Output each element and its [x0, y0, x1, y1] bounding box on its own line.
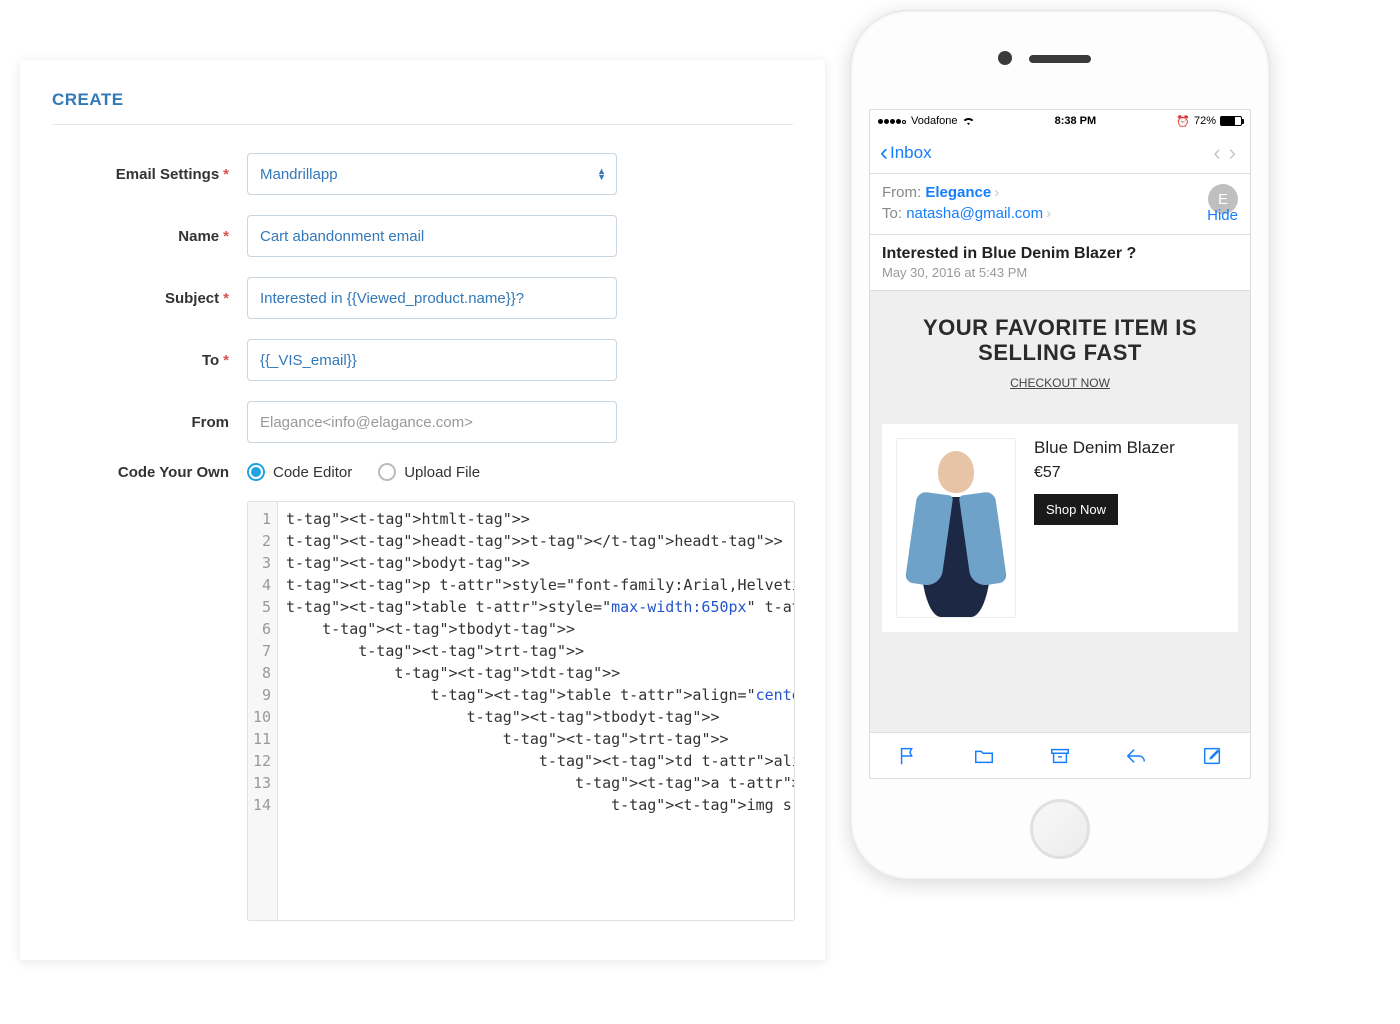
hero-banner: YOUR FAVORITE ITEM ISSELLING FAST CHECKO…: [870, 291, 1250, 410]
to-input[interactable]: {{_VIS_email}}: [247, 339, 617, 381]
signal-icon: [878, 115, 907, 127]
reply-icon[interactable]: [1125, 745, 1147, 767]
battery-icon: [1220, 116, 1242, 126]
mail-nav-bar: ‹ Inbox ‹ ›: [870, 132, 1250, 174]
product-name: Blue Denim Blazer: [1034, 438, 1175, 458]
radio-code-editor[interactable]: Code Editor: [247, 463, 352, 481]
product-card: Blue Denim Blazer €57 Shop Now: [882, 424, 1238, 632]
prev-message-icon[interactable]: ‹: [1209, 140, 1224, 166]
code-content: t-tag"><t-tag">htmlt-tag">> t-tag"><t-ta…: [278, 502, 794, 920]
phone-mockup: Vodafone 8:38 PM ⏰ 72% ‹ Inbox ‹ › E Fro…: [850, 10, 1270, 880]
mail-subject: Interested in Blue Denim Blazer ?: [882, 245, 1238, 263]
select-arrows-icon: ▲▼: [597, 168, 606, 180]
back-chevron-icon[interactable]: ‹: [880, 139, 888, 167]
carrier-label: Vodafone: [911, 115, 958, 127]
mail-date: May 30, 2016 at 5:43 PM: [882, 265, 1238, 280]
hide-button[interactable]: Hide: [1207, 207, 1238, 224]
label-from: From: [52, 414, 247, 431]
name-input[interactable]: Cart abandonment email: [247, 215, 617, 257]
email-settings-select[interactable]: Mandrillapp ▲▼: [247, 153, 617, 195]
product-image: [896, 438, 1016, 618]
chevron-icon: ›: [994, 184, 999, 201]
from-value[interactable]: Elegance: [925, 184, 991, 201]
line-gutter: 1234567891011121314: [248, 502, 278, 920]
back-inbox-link[interactable]: Inbox: [890, 143, 932, 163]
label-to: To*: [52, 352, 247, 369]
wifi-icon: [962, 116, 975, 126]
product-price: €57: [1034, 464, 1175, 482]
phone-screen: Vodafone 8:38 PM ⏰ 72% ‹ Inbox ‹ › E Fro…: [869, 109, 1251, 779]
code-editor[interactable]: 1234567891011121314 t-tag"><t-tag">htmlt…: [247, 501, 795, 921]
shop-now-button[interactable]: Shop Now: [1034, 494, 1118, 525]
archive-icon[interactable]: [1049, 745, 1071, 767]
mail-header: E From: Elegance› To: natasha@gmail.com›…: [870, 174, 1250, 235]
radio-upload-file[interactable]: Upload File: [378, 463, 480, 481]
home-button[interactable]: [1030, 799, 1090, 859]
speaker-slot: [1029, 55, 1091, 63]
status-bar: Vodafone 8:38 PM ⏰ 72%: [870, 110, 1250, 132]
label-email-settings: Email Settings*: [52, 166, 247, 183]
status-time: 8:38 PM: [1055, 115, 1097, 127]
label-code-your-own: Code Your Own: [52, 464, 247, 481]
camera-dot: [998, 51, 1012, 65]
alarm-icon: ⏰: [1176, 115, 1190, 128]
chevron-icon: ›: [1046, 205, 1051, 222]
folder-icon[interactable]: [973, 745, 995, 767]
mail-subject-block: Interested in Blue Denim Blazer ? May 30…: [870, 235, 1250, 291]
to-value[interactable]: natasha@gmail.com: [906, 205, 1043, 222]
mail-body: YOUR FAVORITE ITEM ISSELLING FAST CHECKO…: [870, 291, 1250, 732]
page-title: CREATE: [52, 90, 793, 125]
subject-input[interactable]: Interested in {{Viewed_product.name}}?: [247, 277, 617, 319]
mail-toolbar: [870, 732, 1250, 778]
radio-icon: [247, 463, 265, 481]
label-subject: Subject*: [52, 290, 247, 307]
checkout-link[interactable]: CHECKOUT NOW: [1010, 376, 1110, 390]
create-email-form: CREATE Email Settings* Mandrillapp ▲▼ Na…: [20, 60, 825, 960]
battery-pct: 72%: [1194, 115, 1216, 127]
from-input[interactable]: Elagance<info@elagance.com>: [247, 401, 617, 443]
flag-icon[interactable]: [897, 745, 919, 767]
radio-icon: [378, 463, 396, 481]
compose-icon[interactable]: [1201, 745, 1223, 767]
hero-headline: YOUR FAVORITE ITEM ISSELLING FAST: [888, 315, 1232, 366]
next-message-icon[interactable]: ›: [1225, 140, 1240, 166]
label-name: Name*: [52, 228, 247, 245]
